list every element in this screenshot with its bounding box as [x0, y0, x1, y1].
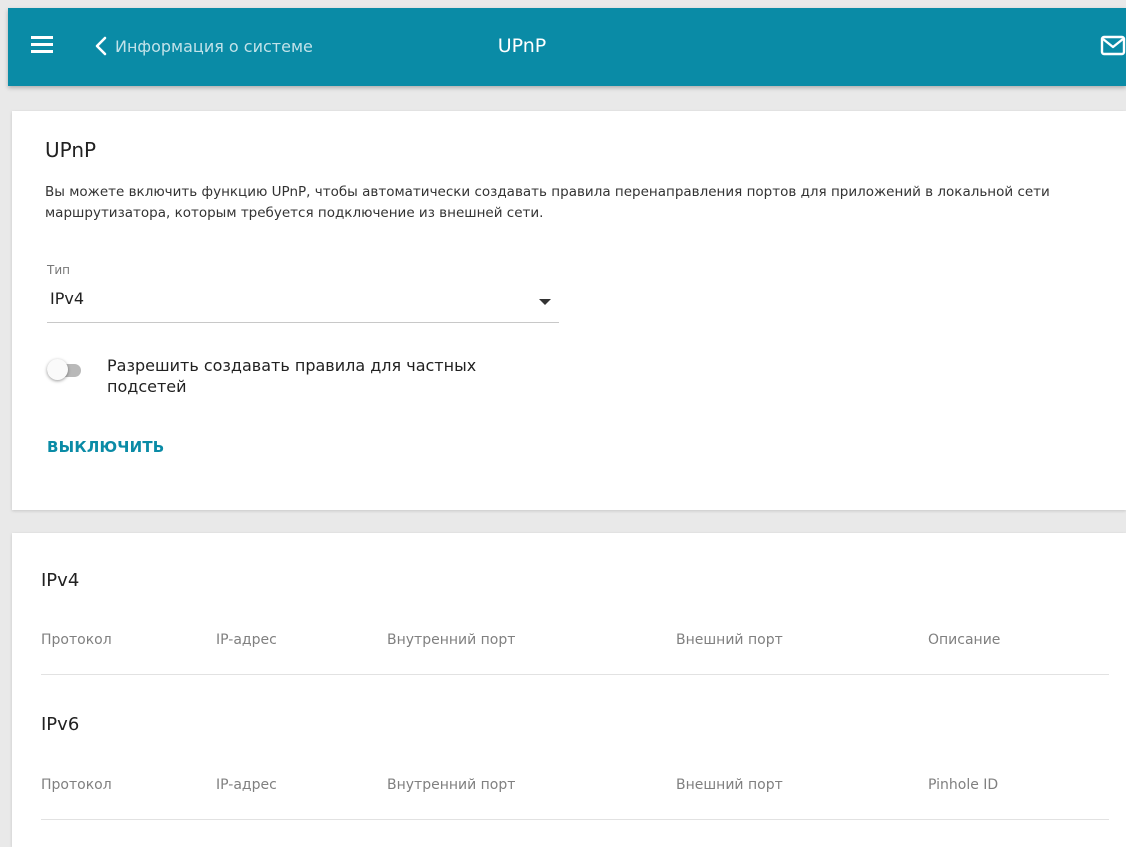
type-select[interactable]: IPv4 [47, 285, 559, 323]
column-header: Описание [928, 632, 1001, 648]
mappings-card: IPv4 Протокол IP-адрес Внутренний порт В… [12, 533, 1126, 847]
table-divider [41, 674, 1109, 675]
type-label: Тип [47, 263, 70, 277]
table-divider [41, 819, 1109, 820]
column-header: IP-адрес [216, 632, 277, 648]
menu-icon[interactable] [31, 36, 53, 54]
private-subnets-toggle[interactable] [47, 359, 81, 381]
column-header: Pinhole ID [928, 777, 999, 793]
column-header: Протокол [41, 632, 112, 648]
column-header: Протокол [41, 777, 112, 793]
card-description: Вы можете включить функцию UPnP, чтобы а… [45, 184, 1050, 221]
private-subnets-label: Разрешить создавать правила для частных … [107, 356, 477, 396]
back-link[interactable]: Информация о системе [95, 32, 313, 60]
card-title: UPnP [45, 138, 97, 162]
column-header: Внешний порт [676, 777, 783, 793]
type-select-value: IPv4 [50, 289, 85, 308]
top-app-bar: Информация о системе UPnP [8, 8, 1126, 86]
dropdown-arrow-icon [539, 299, 551, 305]
ipv4-section-title: IPv4 [41, 570, 80, 591]
chevron-left-icon [95, 36, 107, 56]
column-header: Внешний порт [676, 632, 783, 648]
column-header: IP-адрес [216, 777, 277, 793]
toggle-knob [47, 359, 68, 380]
column-header: Внутренний порт [387, 632, 516, 648]
back-link-label: Информация о системе [115, 36, 313, 56]
upnp-settings-card: UPnP Вы можете включить функцию UPnP, чт… [12, 111, 1126, 510]
disable-button[interactable]: ВЫКЛЮЧИТЬ [47, 438, 164, 456]
column-header: Внутренний порт [387, 777, 516, 793]
mail-icon[interactable] [1100, 35, 1126, 61]
ipv6-section-title: IPv6 [41, 714, 80, 735]
